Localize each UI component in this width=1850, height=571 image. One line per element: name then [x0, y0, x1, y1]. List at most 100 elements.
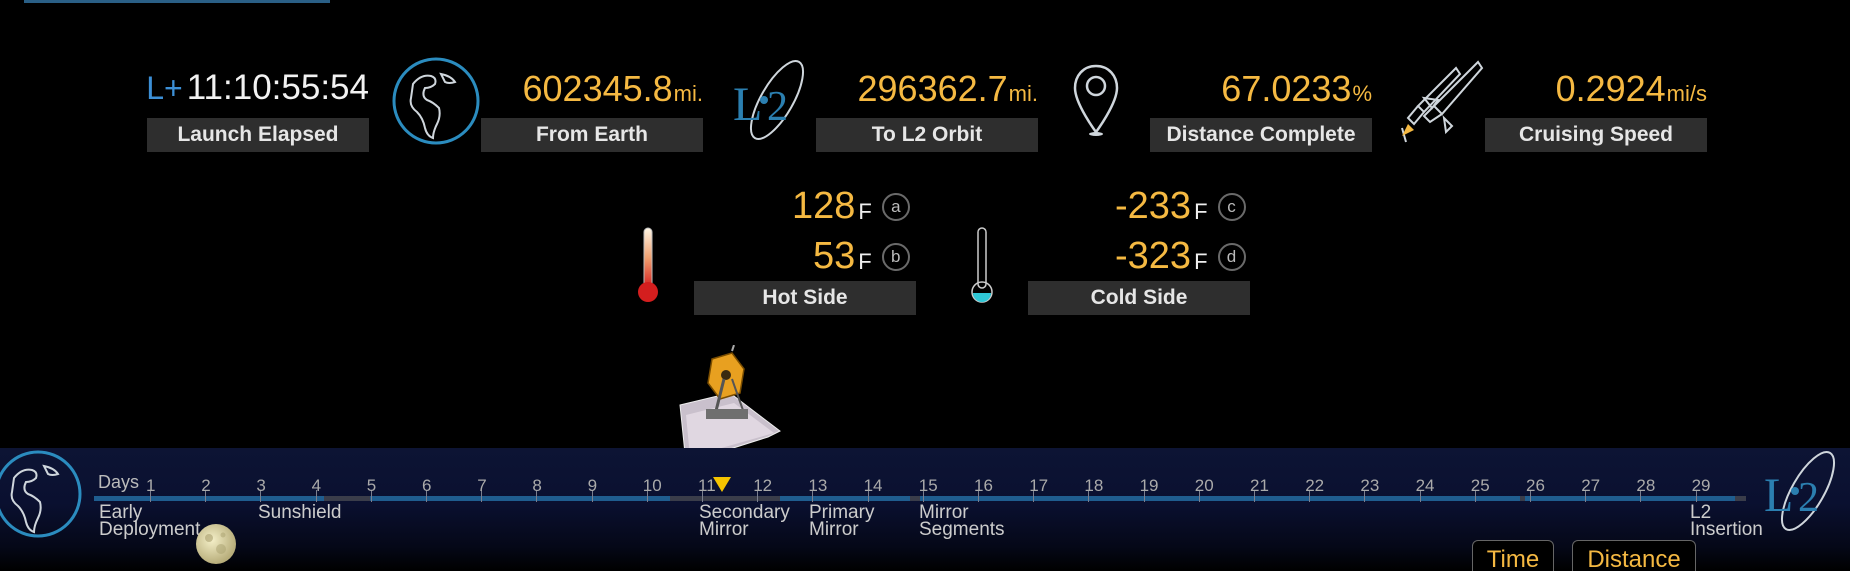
milestone-primary-mirror: Primary Mirror: [809, 503, 874, 540]
day-label: 13: [808, 476, 828, 495]
day-label: 3: [256, 476, 266, 495]
day-label: 2: [201, 476, 211, 495]
cold-c-unit: F: [1194, 198, 1208, 224]
day-label: 24: [1415, 476, 1435, 495]
rocket-icon: [1401, 60, 1484, 143]
day-label: 8: [532, 476, 542, 495]
day-label: 25: [1470, 476, 1490, 495]
time-button[interactable]: Time: [1472, 540, 1554, 571]
day-label: 22: [1305, 476, 1325, 495]
day-label: 1: [146, 476, 156, 495]
cold-d-value: -323: [1115, 235, 1192, 277]
badge-d: d: [1217, 242, 1246, 271]
day-label: 16: [974, 476, 993, 495]
location-pin-icon: [1073, 64, 1119, 136]
l2-logo-icon: L 2: [1764, 451, 1835, 531]
day-label: 17: [1029, 476, 1049, 495]
speed-label: Cruising Speed: [1485, 118, 1707, 152]
to-l2-label: To L2 Orbit: [816, 118, 1038, 152]
thermometer-cold-icon: [971, 227, 993, 303]
day-label: 20: [1194, 476, 1214, 495]
day-label: 15: [918, 476, 938, 495]
day-label: 26: [1526, 476, 1545, 495]
day-label: 18: [1084, 476, 1104, 495]
hot-reading-b: 53 F b: [813, 235, 910, 278]
hot-b-value: 53: [813, 235, 856, 277]
badge-b: b: [881, 242, 910, 271]
day-label: 9: [587, 476, 598, 495]
from-earth-unit: mi.: [673, 81, 703, 106]
speed-unit: mi/s: [1666, 81, 1707, 106]
launch-prefix: L+: [146, 70, 183, 106]
timeline-active-segment: [920, 496, 1520, 501]
milestone-line-2: Insertion: [1690, 519, 1763, 540]
hot-a-unit: F: [858, 198, 872, 224]
distance-button[interactable]: Distance: [1572, 540, 1696, 571]
svg-text:2: 2: [767, 84, 788, 130]
day-label: 12: [753, 476, 773, 495]
day-label: 23: [1360, 476, 1380, 495]
day-label: 7: [477, 476, 487, 495]
hot-side-label: Hot Side: [694, 281, 916, 315]
distance-unit: %: [1352, 81, 1372, 106]
cold-c-value: -233: [1115, 185, 1192, 227]
cold-reading-d: -323 F d: [1115, 235, 1246, 278]
from-earth-value: 602345.8 mi.: [523, 68, 703, 118]
elapsed-time: 11:10:55:54: [186, 68, 369, 107]
earth-globe-icon: [0, 450, 82, 538]
to-l2-unit: mi.: [1008, 81, 1038, 106]
day-label: 21: [1250, 476, 1269, 495]
distance-label: Distance Complete: [1150, 118, 1372, 152]
to-l2-number: 296362.7: [857, 68, 1008, 109]
l2-logo-icon: L 2: [733, 60, 804, 140]
timeline-active-segment: [1525, 496, 1735, 501]
days-label: Days: [98, 472, 140, 492]
milestone-early-deployment: Early Deployment: [99, 503, 201, 540]
milestone-sunshield: Sunshield: [258, 502, 342, 523]
cold-side-label: Cold Side: [1028, 281, 1250, 315]
day-label: 6: [422, 476, 432, 495]
thermometer-hot-icon: [638, 227, 658, 302]
day-label: 5: [366, 476, 377, 495]
distance-number: 67.0233: [1221, 68, 1352, 109]
svg-text:L: L: [1764, 469, 1793, 522]
day-label: 27: [1581, 476, 1601, 495]
milestone-line-2: Mirror: [699, 519, 749, 540]
milestone-mirror-segments: Mirror Segments: [919, 503, 1005, 540]
speed-number: 0.2924: [1555, 68, 1666, 109]
day-label: 14: [863, 476, 883, 495]
badge-c: c: [1217, 192, 1246, 221]
top-strip: [24, 0, 330, 3]
svg-text:L: L: [733, 78, 762, 131]
earth-globe-icon: [392, 57, 480, 145]
milestone-secondary-mirror: Secondary Mirror: [699, 503, 790, 540]
timeline-active-segment: [94, 496, 324, 501]
distance-value: 67.0233 %: [1221, 68, 1372, 118]
cold-d-unit: F: [1194, 248, 1208, 274]
badge-a: a: [881, 192, 910, 221]
from-earth-number: 602345.8: [522, 68, 673, 109]
launch-elapsed-label: Launch Elapsed: [147, 118, 369, 152]
hot-reading-a: 128 F a: [792, 185, 910, 228]
day-label: 4: [311, 476, 322, 495]
moon-icon: [196, 524, 236, 564]
speed-value: 0.2924 mi/s: [1556, 68, 1707, 118]
from-earth-label: From Earth: [481, 118, 703, 152]
milestone-line-2: Segments: [919, 519, 1005, 540]
hot-b-unit: F: [858, 248, 872, 274]
cold-reading-c: -233 F c: [1115, 185, 1246, 228]
svg-text:2: 2: [1798, 475, 1819, 521]
day-label: 10: [642, 476, 662, 495]
launch-elapsed-value: L+ 11:10:55:54: [146, 68, 369, 118]
day-label: 29: [1691, 476, 1711, 495]
milestone-line-2: Mirror: [809, 519, 859, 540]
to-l2-value: 296362.7 mi.: [858, 68, 1038, 118]
milestone-line-2: Deployment: [99, 519, 201, 540]
milestone-line-1: Sunshield: [258, 502, 342, 523]
timeline-active-segment: [780, 496, 910, 501]
current-day-marker: [713, 477, 731, 492]
day-label: 28: [1636, 476, 1656, 495]
timeline-active-segment: [370, 496, 670, 501]
day-label: 19: [1139, 476, 1159, 495]
hot-a-value: 128: [792, 185, 856, 227]
